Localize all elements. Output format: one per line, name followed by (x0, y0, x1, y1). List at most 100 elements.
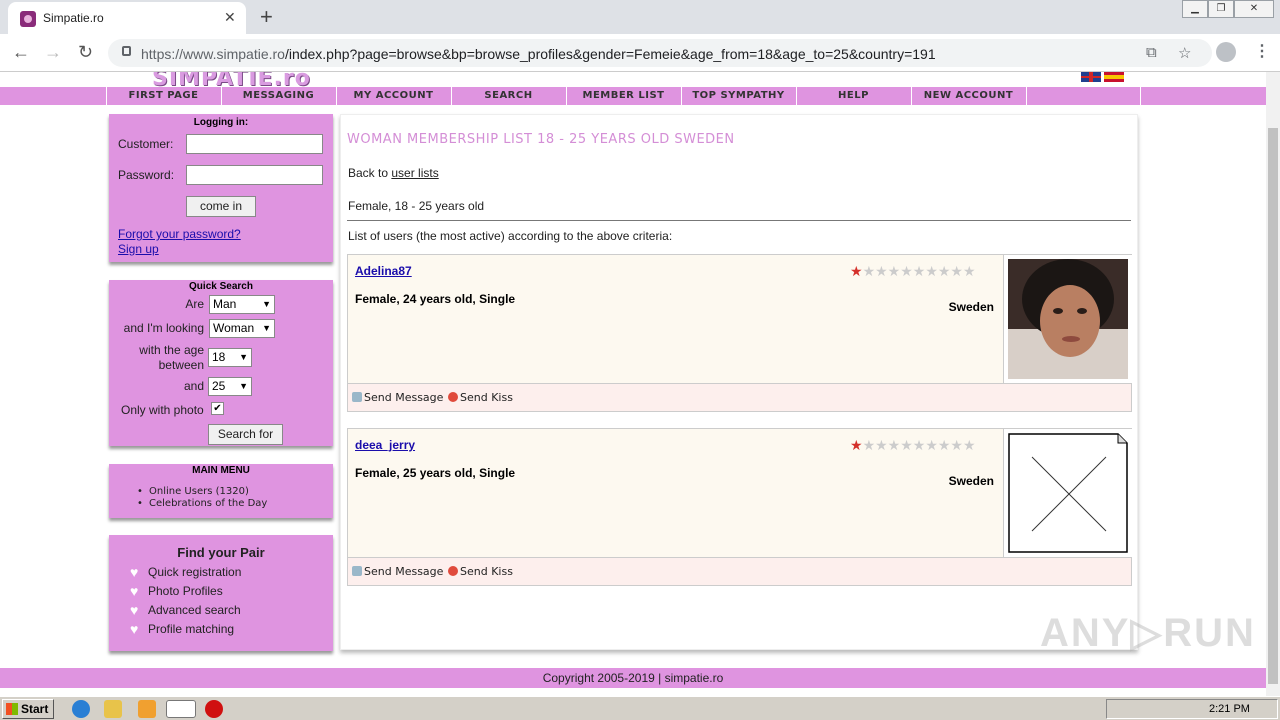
gender-select[interactable]: Man (209, 295, 275, 314)
main-menu-title: MAIN MENU (192, 465, 250, 476)
reload-icon[interactable]: ↻ (78, 42, 93, 63)
browser-menu-icon[interactable]: ⋮ (1254, 41, 1270, 61)
kiss-heart-icon (448, 566, 458, 576)
looking-for-select[interactable]: Woman (209, 319, 275, 338)
send-kiss-label: Send Kiss (460, 391, 513, 404)
anyrun-watermark: ANY▷RUN (1040, 611, 1256, 655)
nav-messaging[interactable]: MESSAGING (221, 87, 335, 105)
sign-up-link[interactable]: Sign up (118, 242, 159, 256)
list-intro-text: List of users (the most active) accordin… (348, 229, 673, 243)
nav-new-account[interactable]: NEW ACCOUNT (911, 87, 1025, 105)
send-message-link[interactable]: Send Message (352, 565, 443, 578)
profile-country: Sweden (948, 474, 994, 488)
age-from-select[interactable]: 18 (208, 348, 252, 367)
profile-photo[interactable] (1008, 259, 1128, 379)
profile-actions: Send Message Send Kiss (348, 383, 1131, 411)
web-page: SIMPATIE.ro FIRST PAGE MESSAGING MY ACCO… (0, 72, 1266, 696)
user-lists-link[interactable]: user lists (391, 166, 438, 180)
internet-explorer-icon[interactable] (72, 700, 90, 718)
nav-member-list[interactable]: MEMBER LIST (566, 87, 680, 105)
clock[interactable]: 2:21 PM (1209, 703, 1250, 715)
send-kiss-link[interactable]: Send Kiss (448, 565, 513, 578)
spanish-flag-icon[interactable] (1104, 72, 1124, 82)
tab-title: Simpatie.ro (43, 11, 104, 25)
address-bar[interactable]: https://www.simpatie.ro/index.php?page=b… (108, 39, 1212, 67)
profile-username-link[interactable]: Adelina87 (355, 264, 412, 278)
nav-first-page[interactable]: FIRST PAGE (106, 87, 220, 105)
criteria-text: Female, 18 - 25 years old (348, 199, 485, 213)
forgot-password-link[interactable]: Forgot your password? (118, 227, 241, 241)
login-panel: Logging in: Customer: Password: come in … (109, 114, 333, 262)
menu-online-users[interactable]: Online Users (1320) (137, 486, 249, 497)
are-label: Are (185, 297, 204, 311)
minimize-button[interactable]: ▁ (1182, 0, 1208, 18)
nav-help[interactable]: HELP (796, 87, 910, 105)
looking-label: and I'm looking (123, 321, 204, 335)
between-label: between (158, 358, 204, 372)
profile-card: Adelina87 ★★★★★★★★★★ Female, 24 years ol… (347, 254, 1132, 412)
message-icon (352, 566, 362, 576)
search-button[interactable]: Search for (208, 424, 283, 445)
forward-icon[interactable]: → (44, 42, 62, 63)
back-icon[interactable]: ← (12, 42, 30, 63)
site-navbar: FIRST PAGE MESSAGING MY ACCOUNT SEARCH M… (0, 87, 1266, 105)
age-to-select[interactable]: 25 (208, 377, 252, 396)
browser-tab[interactable]: Simpatie.ro ✕ (8, 2, 246, 34)
send-kiss-label: Send Kiss (460, 565, 513, 578)
start-button[interactable]: Start (2, 699, 54, 719)
page-scrollbar[interactable] (1266, 72, 1280, 696)
find-pair-title: Find your Pair (177, 545, 265, 560)
nav-top-sympathy[interactable]: TOP SYMPATHY (681, 87, 795, 105)
profile-matching-item[interactable]: ♥ Profile matching (130, 621, 234, 637)
nav-my-account[interactable]: MY ACCOUNT (336, 87, 450, 105)
quick-search-panel: Quick Search Are Man and I'm looking Wom… (109, 280, 333, 446)
password-input[interactable] (186, 165, 323, 185)
new-tab-button[interactable]: + (260, 4, 273, 30)
windows-taskbar: Start 2:21 PM (0, 696, 1280, 720)
english-flag-icon[interactable] (1081, 72, 1101, 82)
photo-only-label: Only with photo (121, 403, 204, 417)
main-menu-panel: MAIN MENU Online Users (1320) Celebratio… (109, 464, 333, 518)
bookmark-star-icon[interactable]: ☆ (1178, 44, 1191, 62)
kiss-heart-icon (448, 392, 458, 402)
login-button[interactable]: come in (186, 196, 256, 217)
password-label: Password: (118, 168, 175, 182)
profile-username-link[interactable]: deea_jerry (355, 438, 415, 452)
login-title: Logging in: (193, 117, 249, 128)
heart-icon: ♥ (130, 621, 139, 637)
stop-icon[interactable] (205, 700, 223, 718)
profile-avatar-icon[interactable] (1216, 42, 1236, 62)
scrollbar-thumb[interactable] (1268, 128, 1278, 684)
site-favicon-icon (20, 11, 36, 27)
restore-button[interactable]: ❐ (1208, 0, 1234, 18)
heart-icon: ♥ (130, 602, 139, 618)
site-footer: Copyright 2005-2019 | simpatie.ro (0, 668, 1266, 688)
find-pair-panel: Find your Pair ♥ Quick registration ♥ Phot… (109, 535, 333, 651)
member-list-content: WOMAN MEMBERSHIP LIST 18 - 25 YEARS OLD … (340, 114, 1138, 650)
media-player-icon[interactable] (138, 700, 156, 718)
profile-country: Sweden (948, 300, 994, 314)
heart-icon: ♥ (130, 583, 139, 599)
send-kiss-link[interactable]: Send Kiss (448, 391, 513, 404)
send-message-link[interactable]: Send Message (352, 391, 443, 404)
url-domain: https://www.simpatie.ro (141, 46, 285, 62)
folder-icon[interactable] (104, 700, 122, 718)
close-tab-icon[interactable]: ✕ (224, 9, 236, 26)
translate-icon[interactable]: ⧉ (1146, 44, 1157, 61)
missing-photo-icon[interactable] (1008, 433, 1128, 553)
quick-registration-item[interactable]: ♥ Quick registration (130, 564, 242, 580)
chrome-taskbar-button[interactable] (166, 700, 196, 718)
back-to-prefix: Back to (348, 166, 389, 180)
photo-profiles-label: Photo Profiles (148, 584, 223, 598)
menu-celebrations[interactable]: Celebrations of the Day (137, 498, 267, 509)
advanced-search-item[interactable]: ♥ Advanced search (130, 602, 241, 618)
system-tray: 2:21 PM (1106, 699, 1278, 719)
photo-only-checkbox[interactable]: ✔ (211, 402, 224, 415)
nav-search[interactable]: SEARCH (451, 87, 565, 105)
customer-input[interactable] (186, 134, 323, 154)
rating-stars: ★★★★★★★★★★ (850, 437, 976, 453)
divider (347, 220, 1131, 221)
quick-registration-label: Quick registration (148, 565, 242, 579)
photo-profiles-item[interactable]: ♥ Photo Profiles (130, 583, 223, 599)
close-window-button[interactable]: ✕ (1234, 0, 1274, 18)
